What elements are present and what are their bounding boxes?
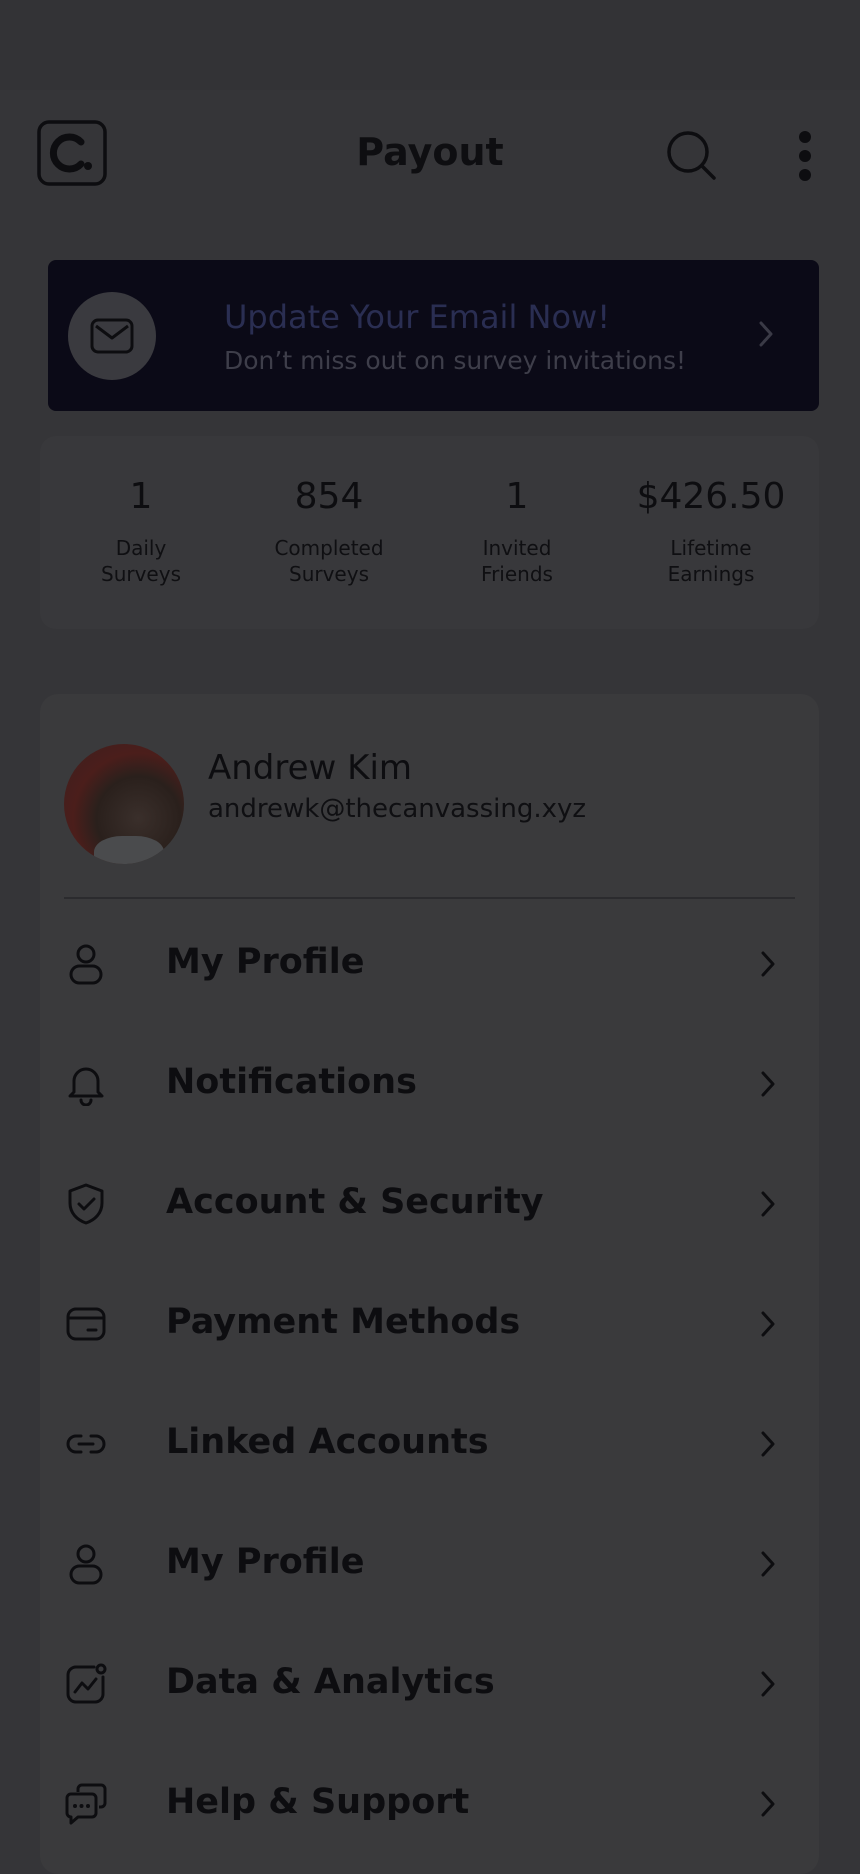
chevron-right-icon — [761, 1071, 775, 1097]
menu-item-my-profile[interactable]: My Profile — [40, 904, 819, 1024]
link-icon — [66, 1434, 106, 1454]
bell-icon — [68, 1067, 104, 1106]
banner-subtitle: Don’t miss out on survey invitations! — [224, 346, 687, 375]
menu-item-label: Data & Analytics — [166, 1662, 495, 1702]
more-vertical-icon[interactable] — [792, 130, 818, 182]
menu-item-my-profile-2[interactable]: My Profile — [40, 1504, 819, 1624]
divider — [64, 897, 795, 899]
stat-label: Invited Friends — [481, 536, 553, 586]
status-bar-area — [0, 0, 860, 90]
menu-item-label: My Profile — [166, 1542, 365, 1582]
account-menu-card: Andrew Kim andrewk@thecanvassing.xyz My … — [40, 694, 819, 1874]
menu-item-label: Notifications — [166, 1062, 417, 1102]
menu-item-notifications[interactable]: Notifications — [40, 1024, 819, 1144]
profile-email: andrewk@thecanvassing.xyz — [208, 794, 587, 824]
user-icon — [69, 1544, 103, 1585]
stats-panel: 1 Daily Surveys 854 Completed Surveys 1 In… — [40, 436, 819, 629]
shield-check-icon — [68, 1183, 104, 1225]
menu-item-label: My Profile — [166, 942, 365, 982]
menu-item-data-analytics[interactable]: Data & Analytics — [40, 1624, 819, 1744]
mail-icon-badge — [68, 292, 156, 380]
stat-label: Lifetime Earnings — [667, 536, 755, 586]
profile-name: Andrew Kim — [208, 748, 413, 788]
mail-icon — [90, 318, 134, 354]
banner-title: Update Your Email Now! — [224, 298, 611, 336]
chevron-right-icon — [761, 1551, 775, 1577]
stat-label: Daily Surveys — [101, 536, 181, 586]
user-icon — [69, 944, 103, 985]
stat-completed-surveys: 854 Completed Surveys — [239, 436, 419, 587]
chevron-right-icon — [761, 1791, 775, 1817]
stat-lifetime-earnings: $426.50 Lifetime Earnings — [621, 436, 801, 587]
stat-value: 1 — [129, 476, 153, 517]
menu-item-label: Account & Security — [166, 1182, 544, 1222]
chevron-right-icon — [761, 1431, 775, 1457]
chevron-right-icon — [759, 321, 773, 347]
menu-item-label: Linked Accounts — [166, 1422, 489, 1462]
menu-item-account-security[interactable]: Account & Security — [40, 1144, 819, 1264]
stat-value: 854 — [294, 476, 364, 517]
menu-item-label: Payment Methods — [166, 1302, 521, 1342]
card-icon — [66, 1307, 106, 1341]
chevron-right-icon — [761, 1191, 775, 1217]
menu-item-label: Help & Support — [166, 1782, 470, 1822]
update-email-banner[interactable]: Update Your Email Now! Don’t miss out on… — [48, 260, 819, 411]
stat-value: 1 — [505, 476, 529, 517]
search-icon[interactable] — [666, 130, 718, 182]
page-title: Payout — [356, 130, 504, 174]
chevron-right-icon — [761, 1671, 775, 1697]
menu-item-payment-methods[interactable]: Payment Methods — [40, 1264, 819, 1384]
stat-invited-friends: 1 Invited Friends — [427, 436, 607, 587]
stat-daily-surveys: 1 Daily Surveys — [51, 436, 231, 587]
chevron-right-icon — [761, 951, 775, 977]
chevron-right-icon — [761, 1311, 775, 1337]
menu-item-help-support[interactable]: Help & Support — [40, 1744, 819, 1864]
support-chat-icon — [65, 1783, 107, 1825]
stat-label: Completed Surveys — [274, 536, 384, 586]
avatar[interactable] — [64, 744, 184, 864]
analytics-icon — [66, 1663, 107, 1704]
menu-item-linked-accounts[interactable]: Linked Accounts — [40, 1384, 819, 1504]
stat-value: $426.50 — [636, 476, 786, 517]
app-header: Payout — [0, 110, 860, 200]
